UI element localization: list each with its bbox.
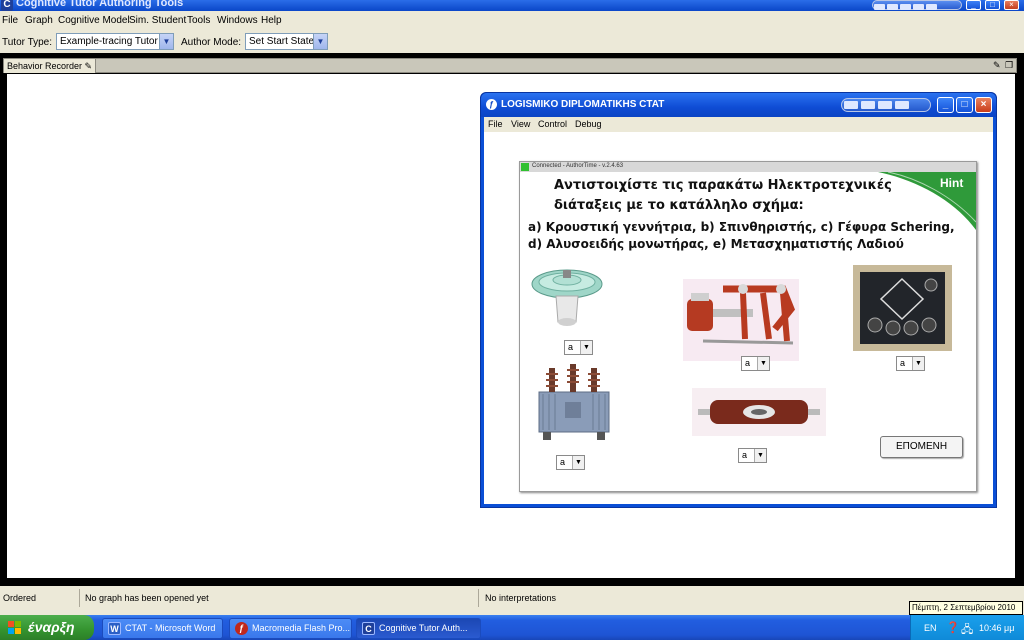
tab-label: Behavior Recorder xyxy=(7,61,83,71)
menu-sim-student[interactable]: Sim. Student xyxy=(129,15,186,26)
task-ctat[interactable]: C Cognitive Tutor Auth... xyxy=(356,618,481,639)
status-ordered: Ordered xyxy=(0,589,80,607)
window-menu-bar: File View Control Debug xyxy=(484,117,993,132)
date-tooltip: Πέμπτη, 2 Σεπτεμβρίου 2010 xyxy=(909,601,1023,615)
status-bar: Ordered No graph has been opened yet No … xyxy=(0,586,1024,610)
ctat-app-icon: C xyxy=(1,0,13,11)
menu-file[interactable]: File xyxy=(488,119,503,129)
task-label: Macromedia Flash Pro... xyxy=(252,623,351,633)
menu-graph[interactable]: Graph xyxy=(25,15,53,26)
chevron-down-icon[interactable]: ▼ xyxy=(572,456,584,469)
question-line-2: διάταξεις με το κατάλληλο σχήμα: xyxy=(554,198,804,213)
ctat-app-icon: C xyxy=(362,622,375,635)
minimize-icon[interactable]: _ xyxy=(966,0,981,10)
chevron-down-icon[interactable]: ▼ xyxy=(580,341,592,354)
hint-label[interactable]: Hint xyxy=(940,176,963,190)
maximize-icon[interactable]: □ xyxy=(985,0,1000,10)
app-title-bar: C Cognitive Tutor Authoring Tools _ □ × xyxy=(0,0,1024,11)
menu-help[interactable]: Help xyxy=(261,15,282,26)
language-indicator[interactable]: EN xyxy=(924,623,937,633)
start-label: έναρξη xyxy=(28,619,75,635)
pin-icon[interactable]: ✎ xyxy=(993,60,1001,71)
maximize-icon[interactable]: □ xyxy=(956,97,973,113)
window-title: LOGISMIKO DIPLOMATIKHS CTAT xyxy=(501,99,665,110)
options-line-2: d) Αλυσοειδής μονωτήρας, e) Μετασχηματισ… xyxy=(528,237,904,251)
flash-player-icon: ƒ xyxy=(486,99,497,110)
nvidia-toolbar-icon[interactable] xyxy=(841,98,931,112)
start-button[interactable]: έναρξη xyxy=(0,615,94,640)
task-word[interactable]: W CTAT - Microsoft Word xyxy=(102,618,223,639)
answer-dropdown-2[interactable]: a ▼ xyxy=(741,356,770,371)
author-mode-label: Author Mode: xyxy=(181,37,242,48)
tab-behavior-recorder[interactable]: Behavior Recorder ✎ xyxy=(3,58,96,73)
chevron-down-icon[interactable]: ▼ xyxy=(912,357,924,370)
dropdown-value: a xyxy=(568,342,574,352)
tutor-type-value: Example-tracing Tutor xyxy=(60,36,158,47)
dropdown-value: a xyxy=(900,358,906,368)
minimize-icon[interactable]: _ xyxy=(937,97,954,113)
word-icon: W xyxy=(108,622,121,635)
connected-indicator-icon xyxy=(521,163,529,171)
close-icon[interactable]: × xyxy=(1004,0,1019,10)
tutor-type-label: Tutor Type: xyxy=(2,37,53,48)
chevron-down-icon[interactable]: ▼ xyxy=(313,34,327,49)
answer-dropdown-5[interactable]: a ▼ xyxy=(738,448,767,463)
task-label: CTAT - Microsoft Word xyxy=(125,623,216,633)
flash-icon: ƒ xyxy=(235,622,248,635)
chevron-down-icon[interactable]: ▼ xyxy=(757,357,769,370)
chevron-down-icon[interactable]: ▼ xyxy=(754,449,766,462)
menu-bar: File Graph Cognitive Model Sim. Student … xyxy=(0,12,1024,29)
connection-text: Connected - AuthorTime - v.2.4.63 xyxy=(532,163,624,169)
schering-bridge-image xyxy=(853,265,952,351)
close-icon[interactable]: × xyxy=(975,97,992,113)
glass-insulator-image xyxy=(531,269,603,326)
status-graph: No graph has been opened yet xyxy=(82,589,479,607)
task-flash[interactable]: ƒ Macromedia Flash Pro... xyxy=(229,618,352,639)
answer-dropdown-1[interactable]: a ▼ xyxy=(564,340,593,355)
connection-status: Connected - AuthorTime - v.2.4.63 xyxy=(520,162,976,172)
tab-strip xyxy=(3,58,1017,73)
menu-cognitive-model[interactable]: Cognitive Model xyxy=(58,15,130,26)
answer-dropdown-4[interactable]: a ▼ xyxy=(556,455,585,470)
menu-control[interactable]: Control xyxy=(538,119,567,129)
restore-icon[interactable]: ❐ xyxy=(1005,60,1013,71)
help-icon[interactable]: ❓ xyxy=(946,621,960,634)
app-title: Cognitive Tutor Authoring Tools xyxy=(16,0,184,9)
dropdown-value: a xyxy=(745,358,751,368)
toolbar: Tutor Type: Example-tracing Tutor ▼ Auth… xyxy=(0,29,1024,53)
impulse-generator-image xyxy=(683,279,799,361)
chevron-down-icon[interactable]: ▼ xyxy=(159,34,173,49)
menu-windows[interactable]: Windows xyxy=(217,15,258,26)
next-button[interactable]: ΕΠΟΜΕΝΗ xyxy=(880,436,963,458)
menu-file[interactable]: File xyxy=(2,15,18,26)
menu-view[interactable]: View xyxy=(511,119,530,129)
spark-gap-image xyxy=(692,388,826,436)
network-icon[interactable]: 🖧 xyxy=(961,621,973,640)
answer-dropdown-3[interactable]: a ▼ xyxy=(896,356,925,371)
oil-transformer-image xyxy=(538,364,610,440)
dropdown-value: a xyxy=(560,457,566,467)
menu-tools[interactable]: Tools xyxy=(187,15,210,26)
author-mode-select[interactable]: Set Start State ▼ xyxy=(245,33,328,50)
task-label: Cognitive Tutor Auth... xyxy=(379,623,468,633)
tutor-type-select[interactable]: Example-tracing Tutor ▼ xyxy=(56,33,174,50)
window-title-bar: ƒ LOGISMIKO DIPLOMATIKHS CTAT _ □ × xyxy=(481,93,996,117)
pin-icon[interactable]: ✎ xyxy=(84,61,92,72)
options-line-1: a) Κρουστική γεννήτρια, b) Σπινθηριστής,… xyxy=(528,220,955,234)
menu-debug[interactable]: Debug xyxy=(575,119,602,129)
question-line-1: Αντιστοιχίστε τις παρακάτω Ηλεκτροτεχνικ… xyxy=(554,178,892,193)
windows-logo-icon xyxy=(8,621,22,634)
nvidia-toolbar-icon[interactable] xyxy=(872,0,962,10)
dropdown-value: a xyxy=(742,450,748,460)
system-tray: EN ❓ 🖧 10:46 μμ xyxy=(910,615,1024,640)
author-mode-value: Set Start State xyxy=(249,36,315,47)
clock[interactable]: 10:46 μμ xyxy=(979,623,1014,633)
